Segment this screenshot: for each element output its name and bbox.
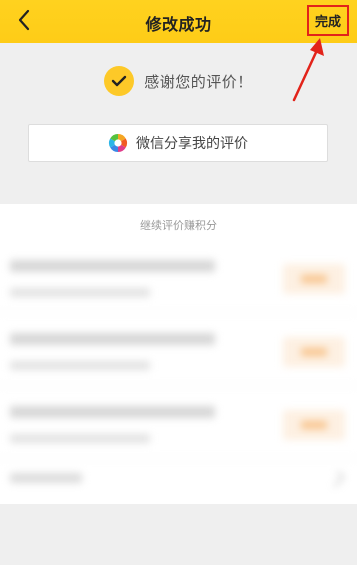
top-bar: 修改成功 完成 — [0, 0, 357, 43]
page-title: 修改成功 — [145, 15, 212, 34]
item-subtitle-placeholder — [10, 288, 150, 297]
pending-review-list — [0, 240, 357, 499]
share-label: 微信分享我的评价 — [136, 136, 248, 152]
section-title: 继续评价赚积分 — [140, 219, 217, 232]
list-item[interactable] — [0, 386, 357, 459]
review-button[interactable] — [283, 337, 345, 367]
list-item[interactable] — [0, 240, 357, 313]
list-item[interactable] — [0, 313, 357, 386]
item-title-placeholder — [10, 406, 215, 418]
item-subtitle-placeholder — [10, 434, 150, 443]
wechat-moments-icon — [108, 133, 128, 153]
item-title-placeholder — [10, 260, 215, 272]
item-subtitle-placeholder — [10, 361, 150, 370]
review-button[interactable] — [283, 264, 345, 294]
item-title-placeholder — [10, 333, 215, 345]
check-icon — [104, 66, 135, 96]
continue-review-panel: 继续评价赚积分 — [0, 204, 357, 504]
success-message: 感谢您的评价！ — [0, 66, 357, 96]
success-text: 感谢您的评价！ — [144, 72, 253, 91]
wechat-share-button[interactable]: 微信分享我的评价 — [28, 124, 328, 162]
chevron-right-icon — [328, 470, 345, 488]
done-button[interactable]: 完成 — [307, 5, 349, 36]
more-row[interactable] — [0, 459, 357, 499]
review-button[interactable] — [283, 410, 345, 440]
more-label-placeholder — [10, 473, 82, 483]
